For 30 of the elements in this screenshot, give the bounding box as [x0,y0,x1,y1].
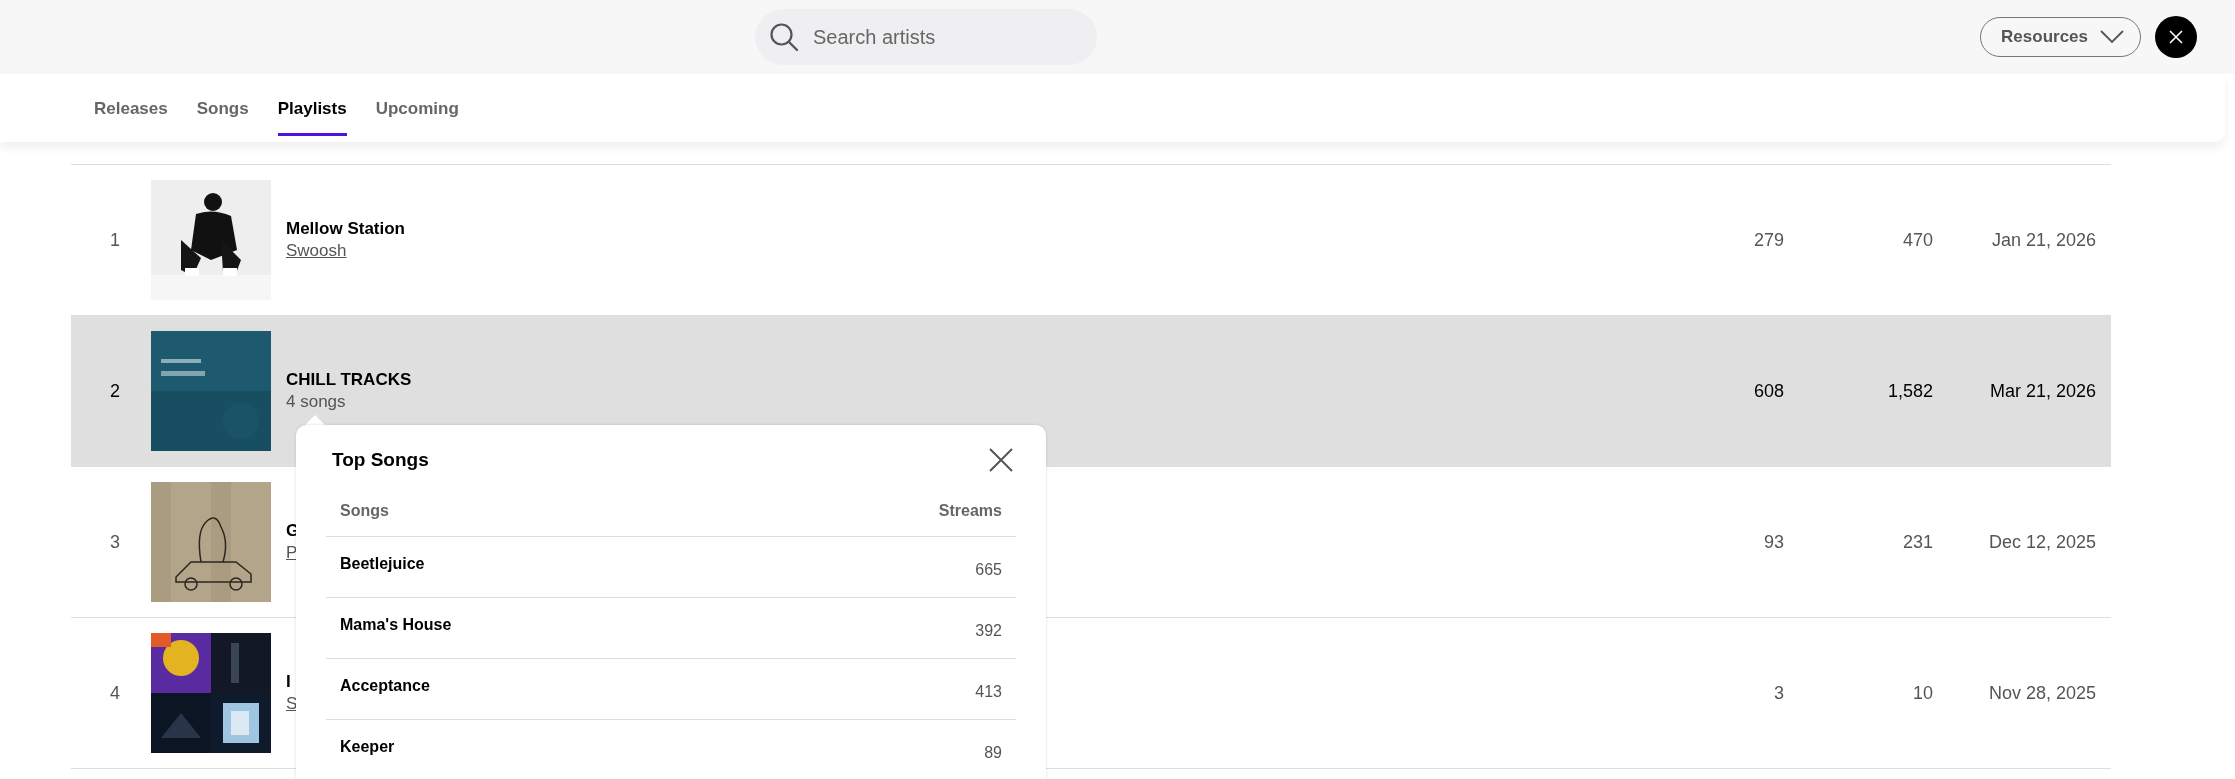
rank-number: 4 [109,682,121,704]
table-cell-text: 10 [1911,682,1933,704]
date-cell-text: Dec 12, 2025 [1987,531,2097,553]
date-cell-text: Nov 28, 2025 [1987,682,2097,704]
playlist-title: CHILL TRACKS [286,370,412,390]
rank-number: 1 [109,229,121,251]
stream-count: 392 [975,622,1002,640]
song-title: Mama's House [340,616,452,634]
table-cell-text: 1,582 [1886,380,1933,402]
playlist-title: Mellow Station [286,219,405,239]
date-cell-text: Mar 21, 2026 [1988,380,2097,402]
table-cell-text: 3 [1773,682,1784,704]
table-cell-text: 470 [1901,229,1933,251]
stream-count: 665 [975,561,1002,579]
playlist-title: I [286,672,291,692]
song-title: Acceptance [340,677,430,695]
table-cell-text: 231 [1901,531,1933,553]
rank-number: 3 [109,531,121,553]
table-cell-text: 279 [1752,229,1784,251]
table-cell-text: 93 [1762,531,1784,553]
song-title: Keeper [340,738,395,756]
date-cell-text: Jan 21, 2026 [1990,229,2097,251]
song-title: Beetlejuice [340,555,425,573]
stream-count: 89 [984,744,1002,762]
stream-count: 413 [975,683,1002,701]
rank-number: 2 [109,380,121,402]
table-cell-text: 608 [1752,380,1784,402]
column-header: Streams [938,501,1002,520]
song-count: 4 songs [286,392,346,412]
column-header: Songs [340,501,389,520]
